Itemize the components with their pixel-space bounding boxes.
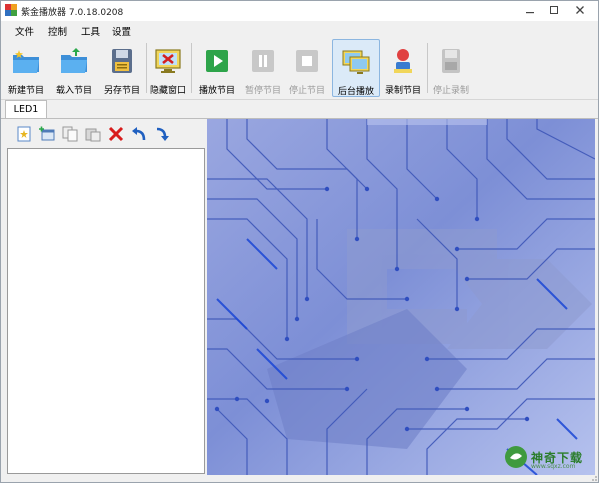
app-window: 紫金播放器 7.0.18.0208 文件 控制 工具 设置 新建节目 载入节目 … bbox=[0, 0, 599, 483]
menu-bar: 文件 控制 工具 设置 bbox=[1, 21, 598, 39]
delete-icon bbox=[108, 126, 124, 142]
curved-arrow-up-icon bbox=[132, 127, 146, 141]
copy-button[interactable] bbox=[61, 125, 79, 143]
toolbar-separator bbox=[427, 43, 428, 93]
program-toolbar bbox=[7, 120, 205, 148]
open-folder-icon bbox=[61, 48, 87, 73]
delete-button[interactable] bbox=[107, 125, 125, 143]
app-logo-icon bbox=[5, 4, 17, 16]
close-icon bbox=[576, 6, 584, 14]
play-program-label: 播放节目 bbox=[198, 86, 235, 96]
watermark-subtext: www.sqxz.com bbox=[531, 463, 576, 470]
resize-grip-icon[interactable] bbox=[588, 472, 598, 482]
led-preview-area[interactable]: 神奇下载 www.sqxz.com bbox=[207, 119, 595, 475]
background-play-label: 后台播放 bbox=[337, 87, 374, 97]
menu-tools[interactable]: 工具 bbox=[81, 24, 100, 38]
record-program-label: 录制节目 bbox=[384, 86, 421, 96]
toolbar: 新建节目 载入节目 另存节目 隐藏窗口 播放节目 暂停节目 停止节目 后台播放 … bbox=[1, 39, 598, 100]
watermark-logo-icon bbox=[505, 446, 527, 468]
window-title: 紫金播放器 7.0.18.0208 bbox=[21, 8, 124, 18]
curved-arrow-down-icon bbox=[156, 127, 169, 141]
load-program-label: 载入节目 bbox=[55, 86, 92, 96]
maximize-icon bbox=[550, 6, 558, 14]
toolbar-separator bbox=[191, 43, 192, 93]
minimize-icon bbox=[526, 12, 534, 14]
pause-program-button[interactable]: 暂停节目 bbox=[241, 39, 285, 97]
hide-window-button[interactable]: 隐藏窗口 bbox=[148, 39, 188, 97]
copy-icon bbox=[62, 126, 78, 142]
monitors-icon bbox=[342, 50, 370, 74]
title-bar: 紫金播放器 7.0.18.0208 bbox=[1, 1, 598, 21]
add-window-icon bbox=[39, 126, 55, 141]
menu-control[interactable]: 控制 bbox=[48, 24, 67, 38]
hide-window-label: 隐藏窗口 bbox=[149, 86, 186, 96]
play-icon bbox=[206, 50, 228, 72]
pause-icon bbox=[252, 50, 274, 72]
new-page-icon bbox=[17, 126, 31, 142]
minimize-button[interactable] bbox=[519, 2, 541, 18]
stop-record-icon bbox=[442, 49, 460, 73]
program-panel bbox=[7, 120, 205, 474]
move-up-button[interactable] bbox=[130, 125, 148, 143]
new-folder-icon bbox=[13, 50, 39, 73]
add-program-button[interactable] bbox=[15, 125, 33, 143]
menu-file[interactable]: 文件 bbox=[15, 24, 34, 38]
tab-bar: LED1 bbox=[1, 100, 598, 119]
paste-icon bbox=[85, 128, 101, 142]
load-program-button[interactable]: 载入节目 bbox=[51, 39, 97, 97]
pause-program-label: 暂停节目 bbox=[244, 86, 281, 96]
stop-record-label: 停止录制 bbox=[432, 86, 469, 96]
stop-program-label: 停止节目 bbox=[288, 86, 325, 96]
stop-icon bbox=[296, 50, 318, 72]
watermark: 神奇下载 www.sqxz.com bbox=[501, 443, 593, 471]
menu-settings[interactable]: 设置 bbox=[112, 24, 131, 38]
background-play-button[interactable]: 后台播放 bbox=[332, 39, 380, 97]
paste-button[interactable] bbox=[84, 125, 102, 143]
close-button[interactable] bbox=[569, 2, 591, 18]
toolbar-separator bbox=[146, 43, 147, 93]
move-down-button[interactable] bbox=[153, 125, 171, 143]
program-list[interactable] bbox=[7, 148, 205, 474]
new-program-label: 新建节目 bbox=[7, 86, 44, 96]
circuit-board-image bbox=[207, 119, 595, 475]
tab-led1[interactable]: LED1 bbox=[5, 100, 47, 118]
new-program-button[interactable]: 新建节目 bbox=[3, 39, 49, 97]
save-as-program-label: 另存节目 bbox=[103, 86, 140, 96]
maximize-button[interactable] bbox=[543, 2, 565, 18]
save-as-program-button[interactable]: 另存节目 bbox=[99, 39, 145, 97]
stop-record-button[interactable]: 停止录制 bbox=[429, 39, 473, 97]
hide-window-icon bbox=[155, 49, 181, 73]
record-person-icon bbox=[394, 49, 412, 73]
add-area-button[interactable] bbox=[38, 125, 56, 143]
stop-program-button[interactable]: 停止节目 bbox=[285, 39, 329, 97]
save-disk-icon bbox=[112, 49, 132, 73]
record-program-button[interactable]: 录制节目 bbox=[381, 39, 425, 97]
play-program-button[interactable]: 播放节目 bbox=[195, 39, 239, 97]
